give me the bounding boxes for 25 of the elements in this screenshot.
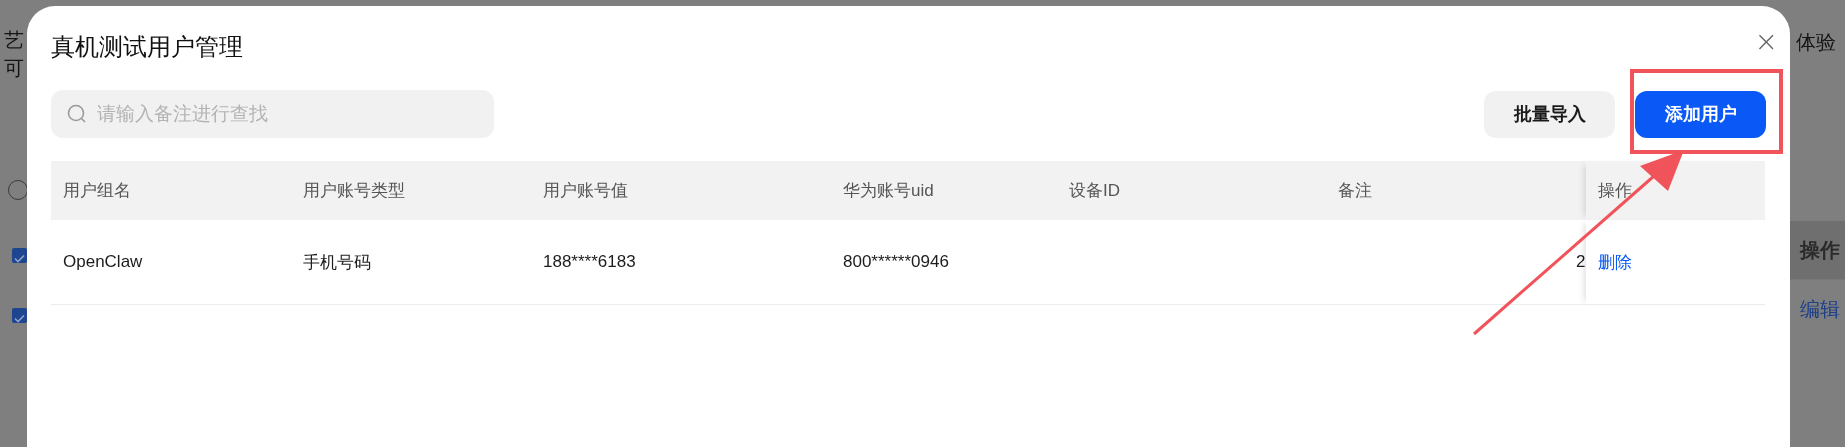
search-icon: [67, 104, 87, 124]
table-cell-text: 手机号码: [303, 251, 371, 274]
column-header: 操作: [1800, 237, 1840, 263]
close-button[interactable]: ×: [1754, 28, 1778, 56]
table-cell: 188****6183: [543, 252, 636, 272]
checkbox[interactable]: [12, 308, 27, 323]
column-header: 用户账号值: [543, 180, 628, 202]
table-cell: OpenClaw: [63, 252, 143, 272]
import-button[interactable]: 批量导入: [1484, 90, 1615, 138]
background-text: 可: [4, 56, 25, 81]
add-user-button[interactable]: 添加用户: [1635, 90, 1766, 138]
background-text: 体验: [1796, 30, 1837, 55]
table-cell: 800******0946: [843, 252, 949, 272]
background-text: 艺: [4, 28, 25, 53]
column-header: 用户组名: [63, 180, 131, 202]
table-cell: 2: [1576, 252, 1586, 272]
column-header: 设备ID: [1069, 180, 1120, 202]
column-header: 操作: [1598, 180, 1632, 202]
delete-link[interactable]: 删除: [1598, 250, 1632, 274]
search-field[interactable]: 请输入备注进行查找: [51, 90, 494, 138]
column-header: 用户账号类型: [303, 180, 405, 202]
column-header: 备注: [1338, 180, 1372, 202]
column-header: 华为账号uid: [843, 180, 934, 202]
checkbox[interactable]: [12, 248, 27, 263]
dialog-title: 真机测试用户管理: [51, 32, 243, 62]
